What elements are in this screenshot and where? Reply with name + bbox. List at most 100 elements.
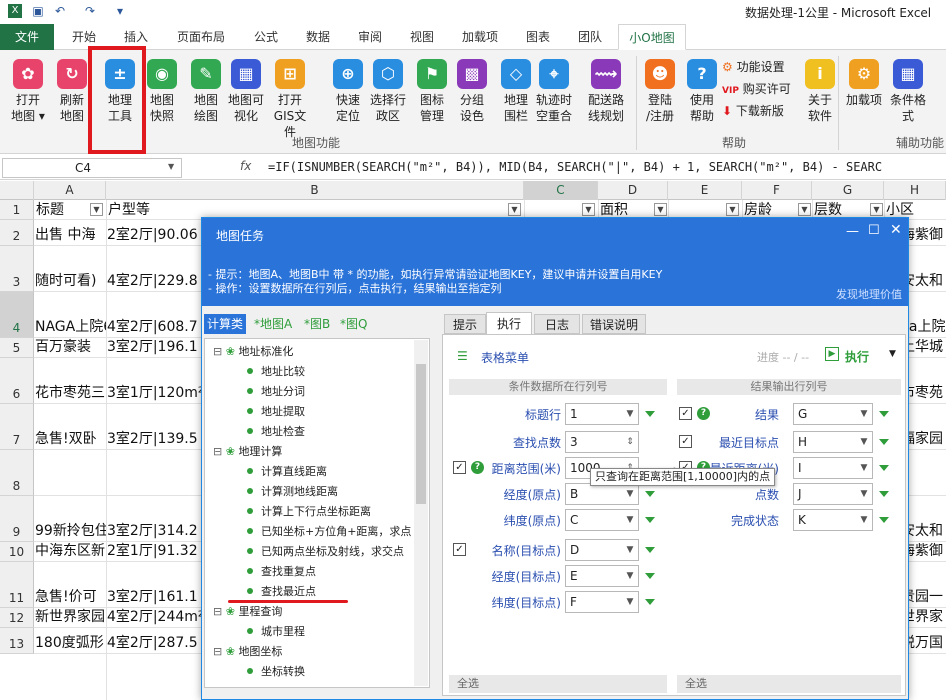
table-menu-icon[interactable]: ☰: [457, 349, 468, 363]
cell-b[interactable]: 4室2厅|244m²: [107, 607, 202, 627]
cell-b[interactable]: 2室2厅|90.06: [107, 225, 202, 245]
row-header[interactable]: 6: [0, 358, 34, 404]
tree-group[interactable]: ⊟ ❀ 地址标准化: [213, 343, 293, 361]
row-header[interactable]: 10: [0, 542, 34, 562]
filter-dropdown-icon[interactable]: ▼: [582, 203, 595, 216]
filter-dropdown-icon[interactable]: ▼: [726, 203, 739, 216]
field-input[interactable]: C ▼: [565, 509, 639, 531]
tree-item[interactable]: 计算直线距离: [237, 463, 327, 481]
tab-formulas[interactable]: 公式: [244, 24, 288, 50]
tab-calculation[interactable]: 计算类: [204, 314, 247, 334]
ribbon-button-6[interactable]: ⊞ 打开 GIS文件: [268, 56, 312, 139]
dropdown-icon[interactable]: ▼: [622, 510, 638, 530]
expand-arrow-icon[interactable]: [645, 547, 655, 553]
undo-icon[interactable]: ↶: [52, 3, 68, 19]
ribbon-button-3[interactable]: ◉ 地图 快照: [140, 56, 184, 136]
tree-scrollbar[interactable]: [414, 340, 428, 686]
redo-icon[interactable]: ↷: [82, 3, 98, 19]
collapse-icon[interactable]: ⊟: [213, 645, 226, 658]
dropdown-icon[interactable]: ▼: [856, 510, 872, 530]
tab-xiao-o-map[interactable]: 小O地图: [618, 24, 686, 50]
cell-b[interactable]: 4室2厅|608.7: [107, 317, 202, 337]
close-icon[interactable]: ✕: [890, 222, 902, 238]
row-header[interactable]: 12: [0, 608, 34, 628]
column-header-d[interactable]: D: [598, 181, 668, 200]
field-input[interactable]: B ▼: [565, 483, 639, 505]
row-header[interactable]: 8: [0, 450, 34, 496]
cell-a[interactable]: NAGA上院6: [35, 317, 107, 337]
select-all-corner[interactable]: [0, 181, 34, 200]
collapse-icon[interactable]: ⊟: [213, 345, 226, 358]
cell-a[interactable]: 急售!价可: [35, 587, 107, 607]
field-input[interactable]: E ▼: [565, 565, 639, 587]
header-cell-b[interactable]: 户型等: [108, 200, 150, 220]
row-header[interactable]: 1: [0, 200, 34, 220]
scrollbar-thumb[interactable]: [416, 364, 426, 504]
table-menu[interactable]: 表格菜单: [481, 349, 529, 366]
field-checkbox[interactable]: ✓: [453, 461, 466, 474]
column-header-a[interactable]: A: [34, 181, 106, 200]
row-header[interactable]: 5: [0, 338, 34, 358]
tab-review[interactable]: 审阅: [348, 24, 392, 50]
tree-group[interactable]: ⊟ ❀ 里程查询: [213, 603, 282, 621]
tab-error-info[interactable]: 错误说明: [582, 314, 646, 334]
ribbon-button-8[interactable]: ⬡ 选择行 政区: [366, 56, 410, 136]
tab-data[interactable]: 数据: [296, 24, 340, 50]
filter-dropdown-icon[interactable]: ▼: [798, 203, 811, 216]
row-header[interactable]: 11: [0, 562, 34, 608]
cell-b[interactable]: 3室2厅|161.1: [107, 587, 202, 607]
field-checkbox[interactable]: ✓: [453, 543, 466, 556]
tree-group[interactable]: ⊟ ❀ 地图坐标: [213, 643, 282, 661]
tab-map-a[interactable]: *地图A: [254, 314, 292, 334]
tab-file[interactable]: 文件: [0, 24, 54, 50]
dropdown-icon[interactable]: ▼: [622, 404, 638, 424]
spinner-icon[interactable]: ⇕: [622, 432, 638, 452]
field-input[interactable]: 1 ▼: [565, 403, 639, 425]
tab-addins[interactable]: 加载项: [452, 24, 508, 50]
expand-arrow-icon[interactable]: [645, 573, 655, 579]
filter-dropdown-icon[interactable]: ▼: [90, 203, 103, 216]
cell-a[interactable]: 百万豪装: [35, 337, 107, 357]
tree-item[interactable]: 查找最近点: [237, 583, 316, 601]
cell-a[interactable]: 新世界家园: [35, 607, 107, 627]
settings-button[interactable]: ⚙ 功能设置: [722, 58, 785, 75]
cell-b[interactable]: 4室2厅|229.8: [107, 271, 202, 291]
tab-team[interactable]: 团队: [568, 24, 612, 50]
customize-qat-icon[interactable]: ▾: [112, 3, 128, 19]
ribbon-button-13[interactable]: ⟿ 配送路 线规划: [584, 56, 628, 136]
filter-dropdown-icon[interactable]: ▼: [870, 203, 883, 216]
cell-b[interactable]: 3室2厅|314.2: [107, 521, 202, 541]
ribbon-button-9[interactable]: ⚑ 图标 管理: [410, 56, 454, 136]
select-all-right[interactable]: 全选: [677, 675, 901, 693]
row-header[interactable]: 3: [0, 246, 34, 292]
ribbon-button-17[interactable]: ⚙ 加载项: [842, 56, 886, 136]
row-header[interactable]: 4: [0, 292, 34, 338]
ribbon-button-12[interactable]: ⌖ 轨迹时 空重合: [532, 56, 576, 136]
column-header-c[interactable]: C: [524, 181, 598, 200]
expand-arrow-icon[interactable]: [645, 411, 655, 417]
cell-b[interactable]: 3室2厅|196.1: [107, 337, 202, 357]
execute-dropdown-icon[interactable]: ▼: [889, 349, 896, 359]
tree-item[interactable]: 坐标转换: [237, 663, 305, 681]
tab-map-b[interactable]: *图B: [304, 314, 330, 334]
cell-a[interactable]: 出售 中海: [35, 225, 107, 245]
tree-item[interactable]: 查找重复点: [237, 563, 316, 581]
cell-b[interactable]: 3室1厅|120m²: [107, 383, 202, 403]
row-header[interactable]: 9: [0, 496, 34, 542]
ribbon-button-10[interactable]: ▩ 分组 设色: [450, 56, 494, 136]
dropdown-icon[interactable]: ▼: [622, 484, 638, 504]
dropdown-icon[interactable]: ▼: [856, 484, 872, 504]
output-select[interactable]: H ▼: [793, 431, 873, 453]
row-header[interactable]: 13: [0, 628, 34, 654]
column-header-e[interactable]: E: [668, 181, 742, 200]
output-select[interactable]: K ▼: [793, 509, 873, 531]
cell-b[interactable]: 2室1厅|91.32: [107, 541, 202, 561]
tab-charts[interactable]: 图表: [516, 24, 560, 50]
minimize-icon[interactable]: —: [846, 224, 859, 239]
tree-item[interactable]: 城市里程: [237, 623, 305, 641]
cell-b[interactable]: 3室2厅|139.5: [107, 429, 202, 449]
column-header-h[interactable]: H: [884, 181, 946, 200]
formula-input[interactable]: =IF(ISNUMBER(SEARCH("m²", B4)), MID(B4, …: [268, 160, 882, 174]
dropdown-icon[interactable]: ▼: [856, 404, 872, 424]
filter-dropdown-icon[interactable]: ▼: [508, 203, 521, 216]
